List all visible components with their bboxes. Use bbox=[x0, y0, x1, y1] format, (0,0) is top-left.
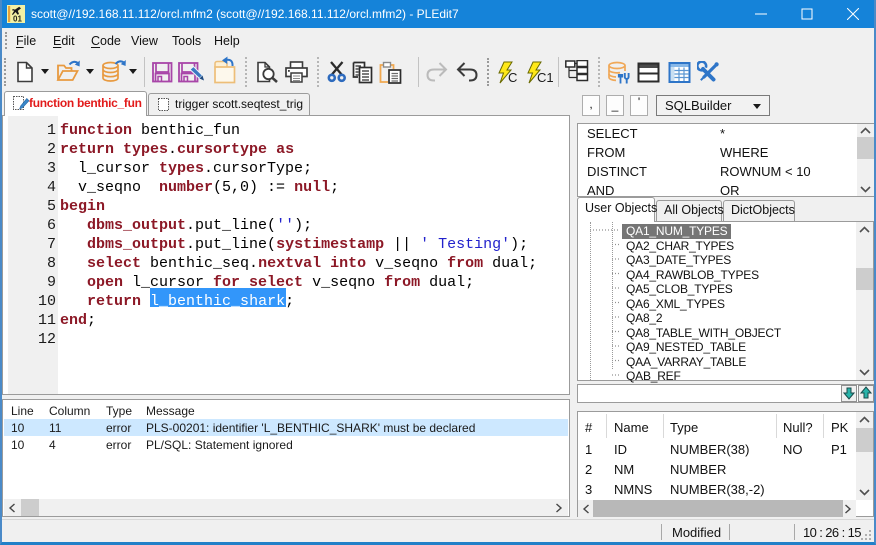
svg-text:C: C bbox=[508, 70, 517, 84]
svg-text:C1: C1 bbox=[537, 70, 554, 84]
svg-text:01: 01 bbox=[13, 15, 22, 24]
